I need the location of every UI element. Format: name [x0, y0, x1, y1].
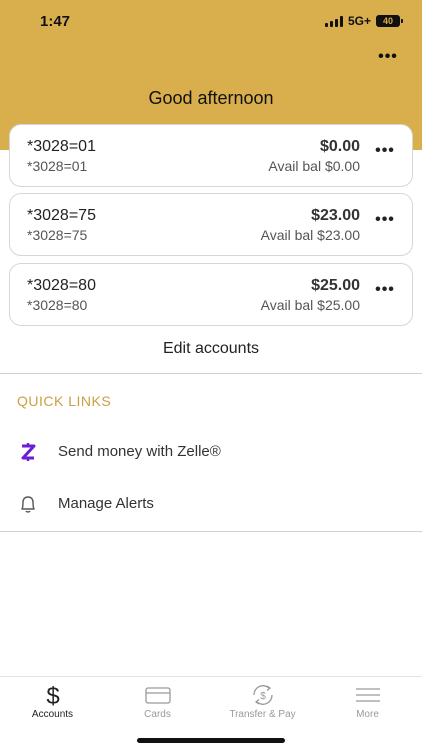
account-balance: $23.00 — [311, 207, 360, 224]
available-balance: Avail bal $0.00 — [268, 158, 360, 174]
account-balance: $25.00 — [311, 277, 360, 294]
available-balance: Avail bal $25.00 — [260, 297, 360, 313]
home-indicator — [137, 738, 285, 743]
tab-cards[interactable]: Cards — [105, 677, 210, 727]
tab-cards-label: Cards — [144, 709, 171, 720]
tab-transfer-pay[interactable]: $ Transfer & Pay — [210, 677, 315, 727]
account-name: *3028=80 — [27, 277, 96, 294]
zelle-icon — [21, 443, 36, 461]
more-horizontal-icon[interactable]: ••• — [376, 49, 400, 68]
account-number: *3028=80 — [27, 297, 88, 313]
tab-transfer-pay-label: Transfer & Pay — [229, 709, 296, 720]
dollar-icon: $ — [46, 683, 59, 707]
tab-accounts[interactable]: $ Accounts — [0, 677, 105, 727]
account-card[interactable]: *3028=80 *3028=80 $25.00 Avail bal $25.0… — [9, 263, 413, 326]
account-more-icon[interactable]: ••• — [374, 143, 396, 159]
account-name: *3028=01 — [27, 138, 96, 155]
battery-icon: 40 — [376, 15, 403, 27]
status-indicators: 5G+ 40 — [324, 14, 403, 28]
section-divider — [0, 531, 422, 532]
account-card[interactable]: *3028=75 *3028=75 $23.00 Avail bal $23.0… — [9, 193, 413, 256]
manage-alerts-label: Manage Alerts — [58, 495, 154, 512]
account-number: *3028=75 — [27, 227, 88, 243]
account-card[interactable]: *3028=01 *3028=01 $0.00 Avail bal $0.00 … — [9, 124, 413, 187]
signal-icon — [324, 15, 343, 27]
edit-accounts-button[interactable]: Edit accounts — [0, 340, 422, 358]
status-bar: 1:47 5G+ 40 — [0, 0, 422, 44]
tab-accounts-label: Accounts — [31, 709, 74, 720]
account-more-icon[interactable]: ••• — [374, 212, 396, 228]
available-balance: Avail bal $23.00 — [260, 227, 360, 243]
account-more-icon[interactable]: ••• — [374, 282, 396, 298]
greeting-title: Good afternoon — [148, 88, 274, 108]
battery-level: 40 — [382, 16, 393, 26]
account-name: *3028=75 — [27, 207, 96, 224]
svg-text:$: $ — [260, 691, 266, 702]
card-icon — [145, 687, 171, 704]
zelle-link-label: Send money with Zelle® — [58, 443, 221, 460]
tab-more[interactable]: More — [315, 677, 420, 727]
status-time: 1:47 — [40, 13, 71, 30]
zelle-link[interactable]: Send money with Zelle® — [0, 437, 422, 467]
quick-links-heading: QUICK LINKS — [17, 393, 112, 409]
manage-alerts-link[interactable]: Manage Alerts — [0, 489, 422, 519]
menu-icon — [356, 688, 380, 702]
account-number: *3028=01 — [27, 158, 88, 174]
network-type: 5G+ — [347, 14, 371, 28]
tab-more-label: More — [356, 709, 379, 720]
bell-icon — [21, 496, 35, 513]
svg-text:$: $ — [46, 683, 59, 707]
account-balance: $0.00 — [319, 138, 360, 155]
transfer-icon: $ — [253, 685, 273, 705]
section-divider — [0, 373, 422, 374]
